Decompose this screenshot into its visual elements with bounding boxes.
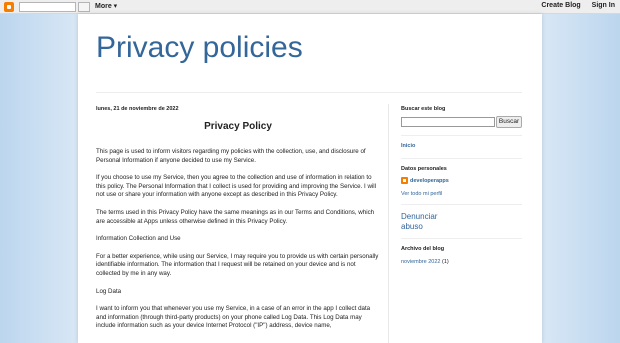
home-link[interactable]: Inicio (401, 143, 415, 149)
navbar-search-button[interactable] (78, 2, 90, 12)
profile-blogger-icon (401, 177, 408, 184)
profile-heading: Datos personales (401, 166, 447, 172)
blog-search-button[interactable]: Buscar (496, 116, 522, 128)
profile-name-link[interactable]: developerapps (410, 178, 449, 184)
post-paragraph: I want to inform you that whenever you u… (96, 305, 371, 330)
report-abuse-link[interactable]: Denunciar abuso (401, 212, 461, 232)
top-navbar: More ▾ Create Blog Sign In (0, 0, 620, 14)
sidebar-divider-line (401, 238, 522, 239)
post-date: lunes, 21 de noviembre de 2022 (96, 106, 179, 112)
post-section-heading: Log Data (96, 287, 122, 295)
post-paragraph: If you choose to use my Service, then yo… (96, 174, 377, 199)
post-paragraph: The terms used in this Privacy Policy ha… (96, 208, 375, 225)
blog-title[interactable]: Privacy policies (96, 31, 303, 65)
post-section-heading: Information Collection and Use (96, 235, 181, 243)
post-paragraph: For a better experience, while using our… (96, 252, 379, 277)
navbar-search-input[interactable] (19, 2, 76, 12)
sidebar-divider (388, 104, 389, 343)
post-title: Privacy Policy (204, 121, 272, 132)
archive-month-link[interactable]: noviembre 2022 (401, 259, 440, 265)
header-divider (96, 92, 522, 93)
blog-search-input[interactable] (401, 117, 495, 127)
sidebar-divider-line (401, 158, 522, 159)
blogger-logo-icon[interactable] (4, 2, 14, 12)
post-body: This page is used to inform visitors reg… (96, 148, 380, 340)
archive-count: (1) (441, 259, 449, 265)
search-heading: Buscar este blog (401, 106, 446, 112)
post-paragraph: This page is used to inform visitors reg… (96, 148, 366, 164)
sidebar-divider-line (401, 204, 522, 205)
more-menu[interactable]: More ▾ (95, 2, 117, 10)
view-profile-link[interactable]: Ver todo mi perfil (401, 191, 442, 197)
left-background (0, 14, 78, 343)
sign-in-link[interactable]: Sign In (592, 2, 615, 9)
archive-heading: Archivo del blog (401, 246, 445, 252)
create-blog-link[interactable]: Create Blog (541, 2, 580, 9)
archive-item: noviembre 2022 (1) (401, 259, 449, 265)
sidebar-divider-line (401, 135, 522, 136)
right-background (542, 14, 620, 343)
